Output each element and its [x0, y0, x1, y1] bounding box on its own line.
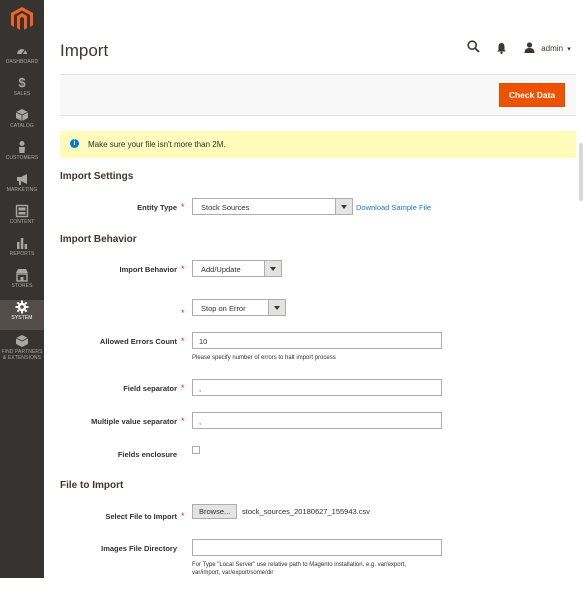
- bell-icon[interactable]: [496, 41, 507, 59]
- chevron-down-icon: [264, 261, 281, 276]
- required-asterisk: *: [181, 202, 185, 212]
- search-icon[interactable]: [467, 40, 480, 58]
- sidebar-item-label: SALES: [13, 91, 31, 97]
- images-dir-label: Images File Directory: [101, 544, 177, 553]
- multiple-value-separator-value: ,: [199, 417, 202, 426]
- file-to-import-title: File to Import: [60, 480, 124, 491]
- person-icon: [0, 140, 44, 154]
- page-scrollbar[interactable]: [579, 143, 583, 201]
- admin-user-menu[interactable]: admin ▾: [524, 42, 571, 55]
- allowed-errors-value: 10: [199, 337, 208, 346]
- browse-file-button[interactable]: Browse...: [192, 504, 238, 519]
- entity-type-label: Entity Type: [137, 203, 177, 212]
- page-bottom-margin: [0, 578, 584, 597]
- images-dir-note-line2: var/import, var/export/some/dir: [192, 570, 274, 576]
- notice-message: Make sure your file isn't more than 2M.: [88, 140, 226, 149]
- validation-strategy-value: Stop on Error: [201, 304, 246, 313]
- import-behavior-title: Import Behavior: [60, 234, 137, 245]
- multiple-value-separator-label: Multiple value separator: [91, 417, 177, 426]
- main-content: Import admin ▾ Check Data i Make sure yo…: [44, 0, 584, 578]
- file-size-notice: i Make sure your file isn't more than 2M…: [60, 131, 576, 158]
- dollar-icon: $: [18, 75, 26, 90]
- import-behavior-select[interactable]: Add/Update: [192, 260, 282, 277]
- chevron-down-icon: [335, 199, 352, 214]
- page-title: Import: [60, 41, 109, 60]
- sidebar-item-content[interactable]: CONTENT: [0, 204, 44, 234]
- select-file-label: Select File to Import: [105, 512, 177, 521]
- entity-type-select[interactable]: Stock Sources: [192, 198, 353, 215]
- selected-file-name: stock_sources_20180627_155943.csv: [242, 507, 371, 516]
- gear-icon: [0, 300, 44, 314]
- megaphone-icon: [0, 172, 44, 186]
- images-dir-input[interactable]: [192, 539, 442, 556]
- allowed-errors-note: Please specify number of errors to halt …: [192, 355, 336, 361]
- required-asterisk: *: [181, 336, 185, 346]
- import-settings-title: Import Settings: [60, 171, 134, 182]
- storefront-icon: [0, 268, 44, 282]
- sidebar-item-label: MARKETING: [6, 187, 38, 193]
- sidebar-item-system[interactable]: SYSTEM: [0, 300, 44, 330]
- required-asterisk: *: [181, 308, 185, 318]
- admin-username: admin: [541, 44, 564, 53]
- validation-strategy-select[interactable]: Stop on Error: [192, 299, 286, 316]
- box-icon: [0, 334, 44, 348]
- import-behavior-label: Import Behavior: [119, 265, 177, 274]
- check-data-button[interactable]: Check Data: [499, 83, 565, 107]
- sidebar-item-label-line2: & EXTENSIONS: [2, 355, 42, 361]
- magento-logo-icon[interactable]: [11, 7, 33, 31]
- required-asterisk: *: [181, 416, 185, 426]
- field-separator-value: ,: [199, 384, 202, 393]
- cube-icon: [0, 108, 44, 122]
- sidebar-item-sales[interactable]: $ SALES: [0, 76, 44, 106]
- chevron-down-icon: [268, 300, 285, 315]
- bar-chart-icon: [0, 236, 44, 250]
- sidebar-item-label: REPORTS: [9, 251, 35, 257]
- dashboard-icon: [0, 44, 44, 58]
- layout-icon: [0, 204, 44, 218]
- sidebar-item-label: DASHBOARD: [5, 59, 39, 65]
- page-actions-bar: Check Data: [60, 74, 576, 116]
- import-behavior-value: Add/Update: [201, 265, 241, 274]
- sidebar-item-label: STORES: [11, 283, 33, 289]
- download-sample-file-link[interactable]: Download Sample File: [356, 203, 431, 212]
- sidebar-item-reports[interactable]: REPORTS: [0, 236, 44, 266]
- admin-sidebar: DASHBOARD $ SALES CATALOG CUSTOMERS MARK…: [0, 0, 44, 578]
- sidebar-item-marketing[interactable]: MARKETING: [0, 172, 44, 202]
- sidebar-item-customers[interactable]: CUSTOMERS: [0, 140, 44, 170]
- field-separator-input[interactable]: ,: [192, 379, 442, 396]
- allowed-errors-label: Allowed Errors Count: [99, 337, 177, 346]
- multiple-value-separator-input[interactable]: ,: [192, 412, 442, 429]
- required-asterisk: *: [181, 383, 185, 393]
- sidebar-item-label: CONTENT: [9, 219, 35, 225]
- required-asterisk: *: [181, 511, 185, 521]
- field-separator-label: Field separator: [123, 384, 177, 393]
- sidebar-item-label: CUSTOMERS: [5, 155, 39, 161]
- sidebar-item-catalog[interactable]: CATALOG: [0, 108, 44, 138]
- sidebar-item-stores[interactable]: STORES: [0, 268, 44, 298]
- user-icon: [524, 42, 535, 55]
- sidebar-item-dashboard[interactable]: DASHBOARD: [0, 44, 44, 74]
- sidebar-item-find-partners[interactable]: FIND PARTNERS & EXTENSIONS: [0, 334, 44, 368]
- chevron-down-icon: ▾: [567, 46, 571, 53]
- images-dir-note-line1: For Type "Local Server" use relative pat…: [192, 562, 406, 568]
- fields-enclosure-checkbox[interactable]: [192, 446, 200, 454]
- sidebar-item-label: SYSTEM: [11, 315, 33, 321]
- sidebar-item-label: CATALOG: [10, 123, 34, 129]
- required-asterisk: *: [181, 264, 185, 274]
- fields-enclosure-label: Fields enclosure: [117, 450, 177, 459]
- entity-type-value: Stock Sources: [201, 203, 250, 212]
- allowed-errors-input[interactable]: 10: [192, 332, 442, 349]
- info-icon: i: [70, 139, 79, 148]
